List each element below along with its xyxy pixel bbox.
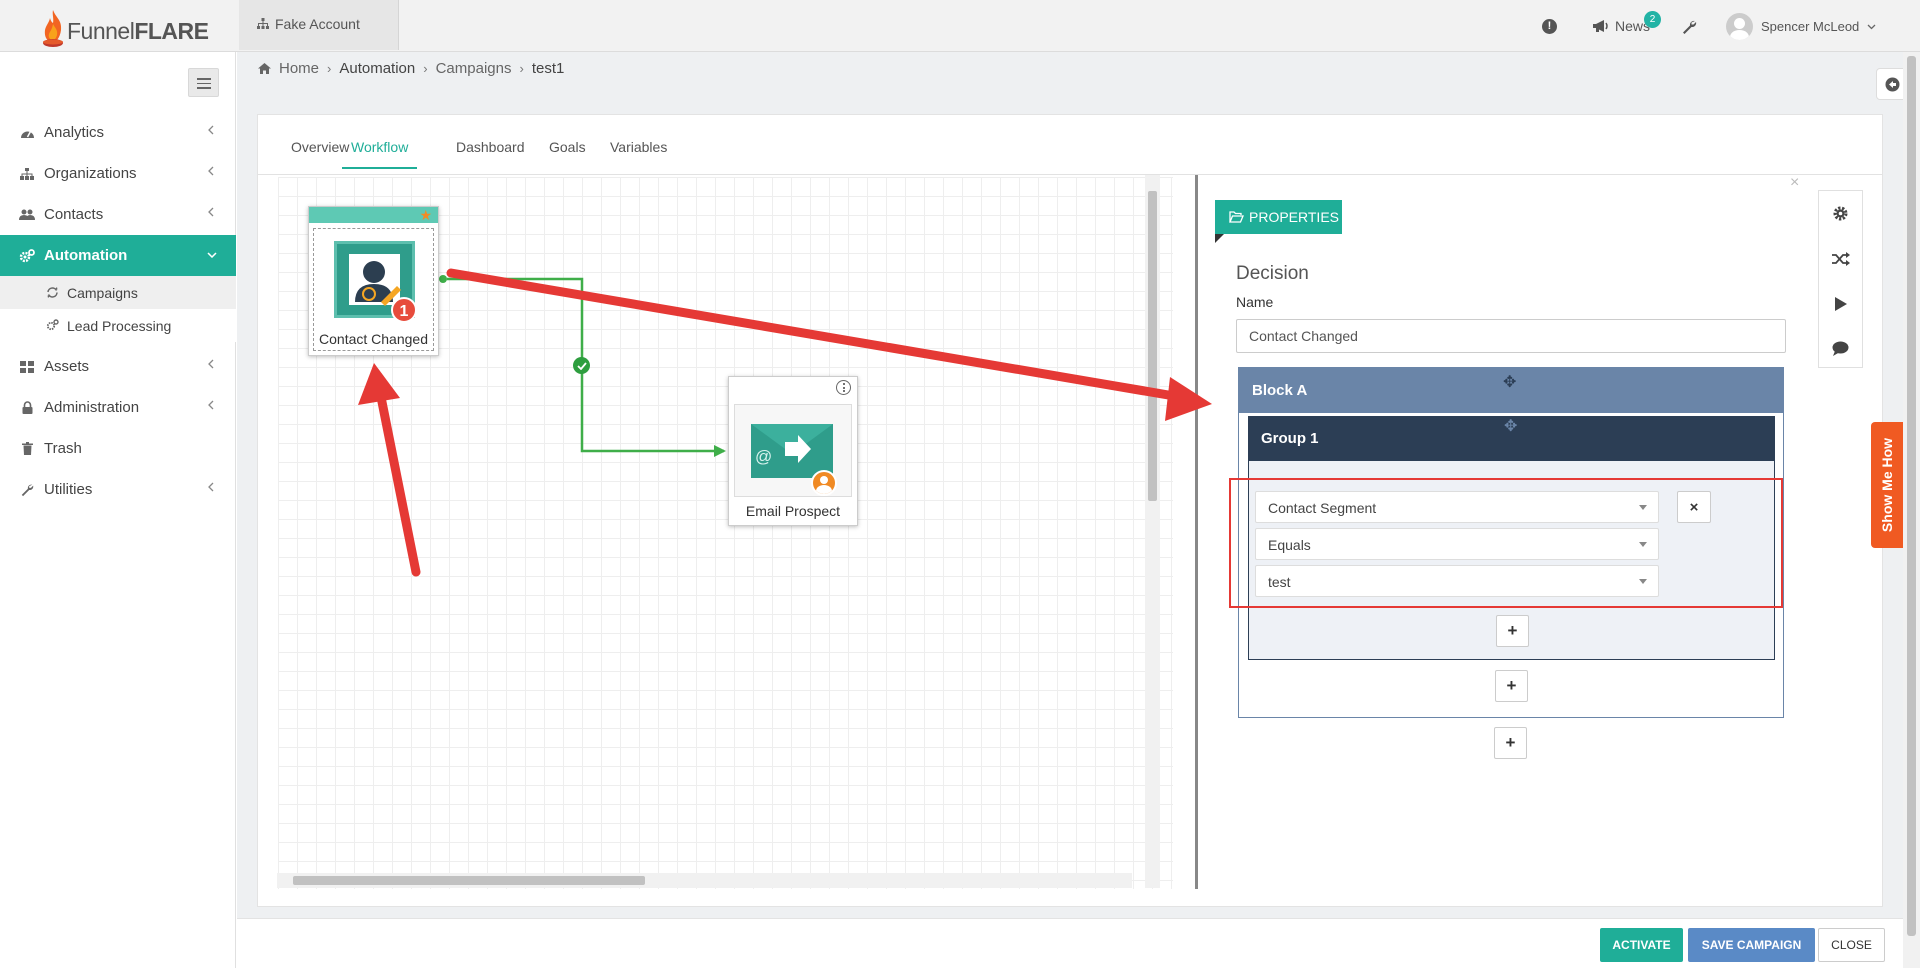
shuffle-tool[interactable] — [1819, 236, 1862, 281]
person-icon — [811, 470, 837, 496]
page-scrollbar[interactable] — [1903, 52, 1920, 968]
node-count-badge: 1 — [391, 297, 417, 323]
star-icon: ★ — [419, 207, 432, 223]
gear-icon — [1833, 206, 1848, 221]
properties-heading: Decision — [1236, 263, 1309, 284]
workflow-node-contact-changed[interactable]: ★ 1 Contact Changed — [308, 206, 439, 356]
properties-toolbox — [1818, 190, 1863, 368]
save-campaign-button[interactable]: SAVE CAMPAIGN — [1688, 928, 1815, 962]
comment-tool[interactable] — [1819, 326, 1862, 371]
svg-text:@: @ — [755, 447, 772, 466]
close-properties-icon[interactable]: × — [1790, 174, 1799, 192]
show-me-how-button[interactable]: Show Me How — [1871, 422, 1903, 548]
show-me-how-label: Show Me How — [1879, 437, 1895, 533]
add-group-button[interactable]: + — [1495, 670, 1528, 702]
play-icon — [1834, 296, 1847, 311]
properties-tag: PROPERTIES — [1215, 200, 1342, 243]
annotation-highlight-box — [1229, 478, 1783, 608]
settings-tool[interactable] — [1819, 191, 1862, 236]
play-tool[interactable] — [1819, 281, 1862, 326]
add-condition-button[interactable]: + — [1496, 615, 1529, 647]
block-title: Block A — [1252, 382, 1308, 399]
workflow-node-email-prospect[interactable]: @ Email Prospect — [728, 376, 858, 526]
close-button[interactable]: CLOSE — [1818, 928, 1885, 962]
properties-tag-label: PROPERTIES — [1249, 209, 1339, 225]
name-field[interactable] — [1236, 319, 1786, 353]
connector-check-icon[interactable] — [573, 357, 590, 374]
name-field-label: Name — [1236, 294, 1274, 310]
activate-button[interactable]: ACTIVATE — [1600, 928, 1683, 962]
node-menu-icon[interactable] — [836, 380, 851, 395]
add-block-button[interactable]: + — [1494, 727, 1527, 759]
node-label: Email Prospect — [745, 503, 841, 519]
node-label: Contact Changed — [319, 331, 428, 347]
group-title: Group 1 — [1261, 430, 1319, 447]
folder-open-icon — [1229, 211, 1244, 223]
comment-icon — [1832, 341, 1849, 356]
move-icon[interactable]: ✥ — [1503, 372, 1516, 392]
random-icon — [1831, 251, 1850, 266]
move-icon[interactable]: ✥ — [1504, 416, 1517, 436]
